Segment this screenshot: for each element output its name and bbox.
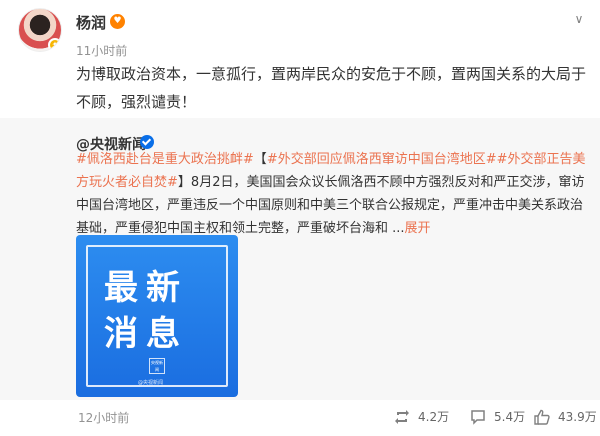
verified-icon [140, 135, 154, 149]
repost-text: #佩洛西赴台是重大政治挑衅#【#外交部回应佩洛西窜访中国台湾地区##外交部正告美… [76, 148, 588, 240]
cctv-logo: 央视新闻 [149, 358, 165, 374]
comment-icon [471, 410, 485, 425]
repost-time[interactable]: 12小时前 [78, 409, 129, 426]
user-badge-icon: ✦ [48, 38, 61, 51]
like-count: 43.9万 [558, 410, 597, 424]
topic-tag[interactable]: #外交部回应佩洛西窜访中国台湾地区# [267, 152, 497, 167]
post-footer: 12小时前 4.2万 5.4万 43.9万 [0, 400, 600, 436]
image-watermark: @央视新闻 [138, 380, 164, 386]
like-button[interactable]: 43.9万 [534, 406, 597, 428]
image-headline-line1: 最新 [104, 268, 188, 308]
chevron-down-icon[interactable]: ∨ [570, 10, 588, 28]
bracket-close: 】 [177, 175, 191, 190]
image-headline-line2: 消息 [104, 314, 188, 354]
comment-count: 5.4万 [494, 410, 526, 424]
author-avatar[interactable]: ✦ [18, 8, 62, 52]
like-icon [534, 409, 550, 425]
repost-count: 4.2万 [418, 410, 450, 424]
comment-button[interactable]: 5.4万 [470, 406, 526, 428]
repost-button[interactable]: 4.2万 [394, 406, 456, 428]
bracket-open: 【 [253, 152, 267, 167]
post-time[interactable]: 11小时前 [76, 42, 127, 59]
post-text: 为博取政治资本，一意孤行，置两岸民众的安危于不顾，置两国关系的大局于不顾，强烈谴… [76, 65, 587, 111]
repost-card[interactable]: @央视新闻 #佩洛西赴台是重大政治挑衅#【#外交部回应佩洛西窜访中国台湾地区##… [0, 118, 600, 400]
weibo-post: ✦ 杨润 ♥ 11小时前 ∨ 为博取政治资本，一意孤行，置两岸民众的安危于不顾，… [0, 0, 600, 436]
topic-tag[interactable]: #佩洛西赴台是重大政治挑衅# [76, 152, 254, 167]
vip-heart-icon[interactable]: ♥ [110, 14, 125, 29]
expand-link[interactable]: 展开 [405, 221, 431, 236]
author-name[interactable]: 杨润 [76, 12, 106, 33]
breaking-news-image[interactable]: 最新 消息 央视新闻 @央视新闻 [76, 235, 238, 397]
repost-icon [395, 410, 409, 424]
